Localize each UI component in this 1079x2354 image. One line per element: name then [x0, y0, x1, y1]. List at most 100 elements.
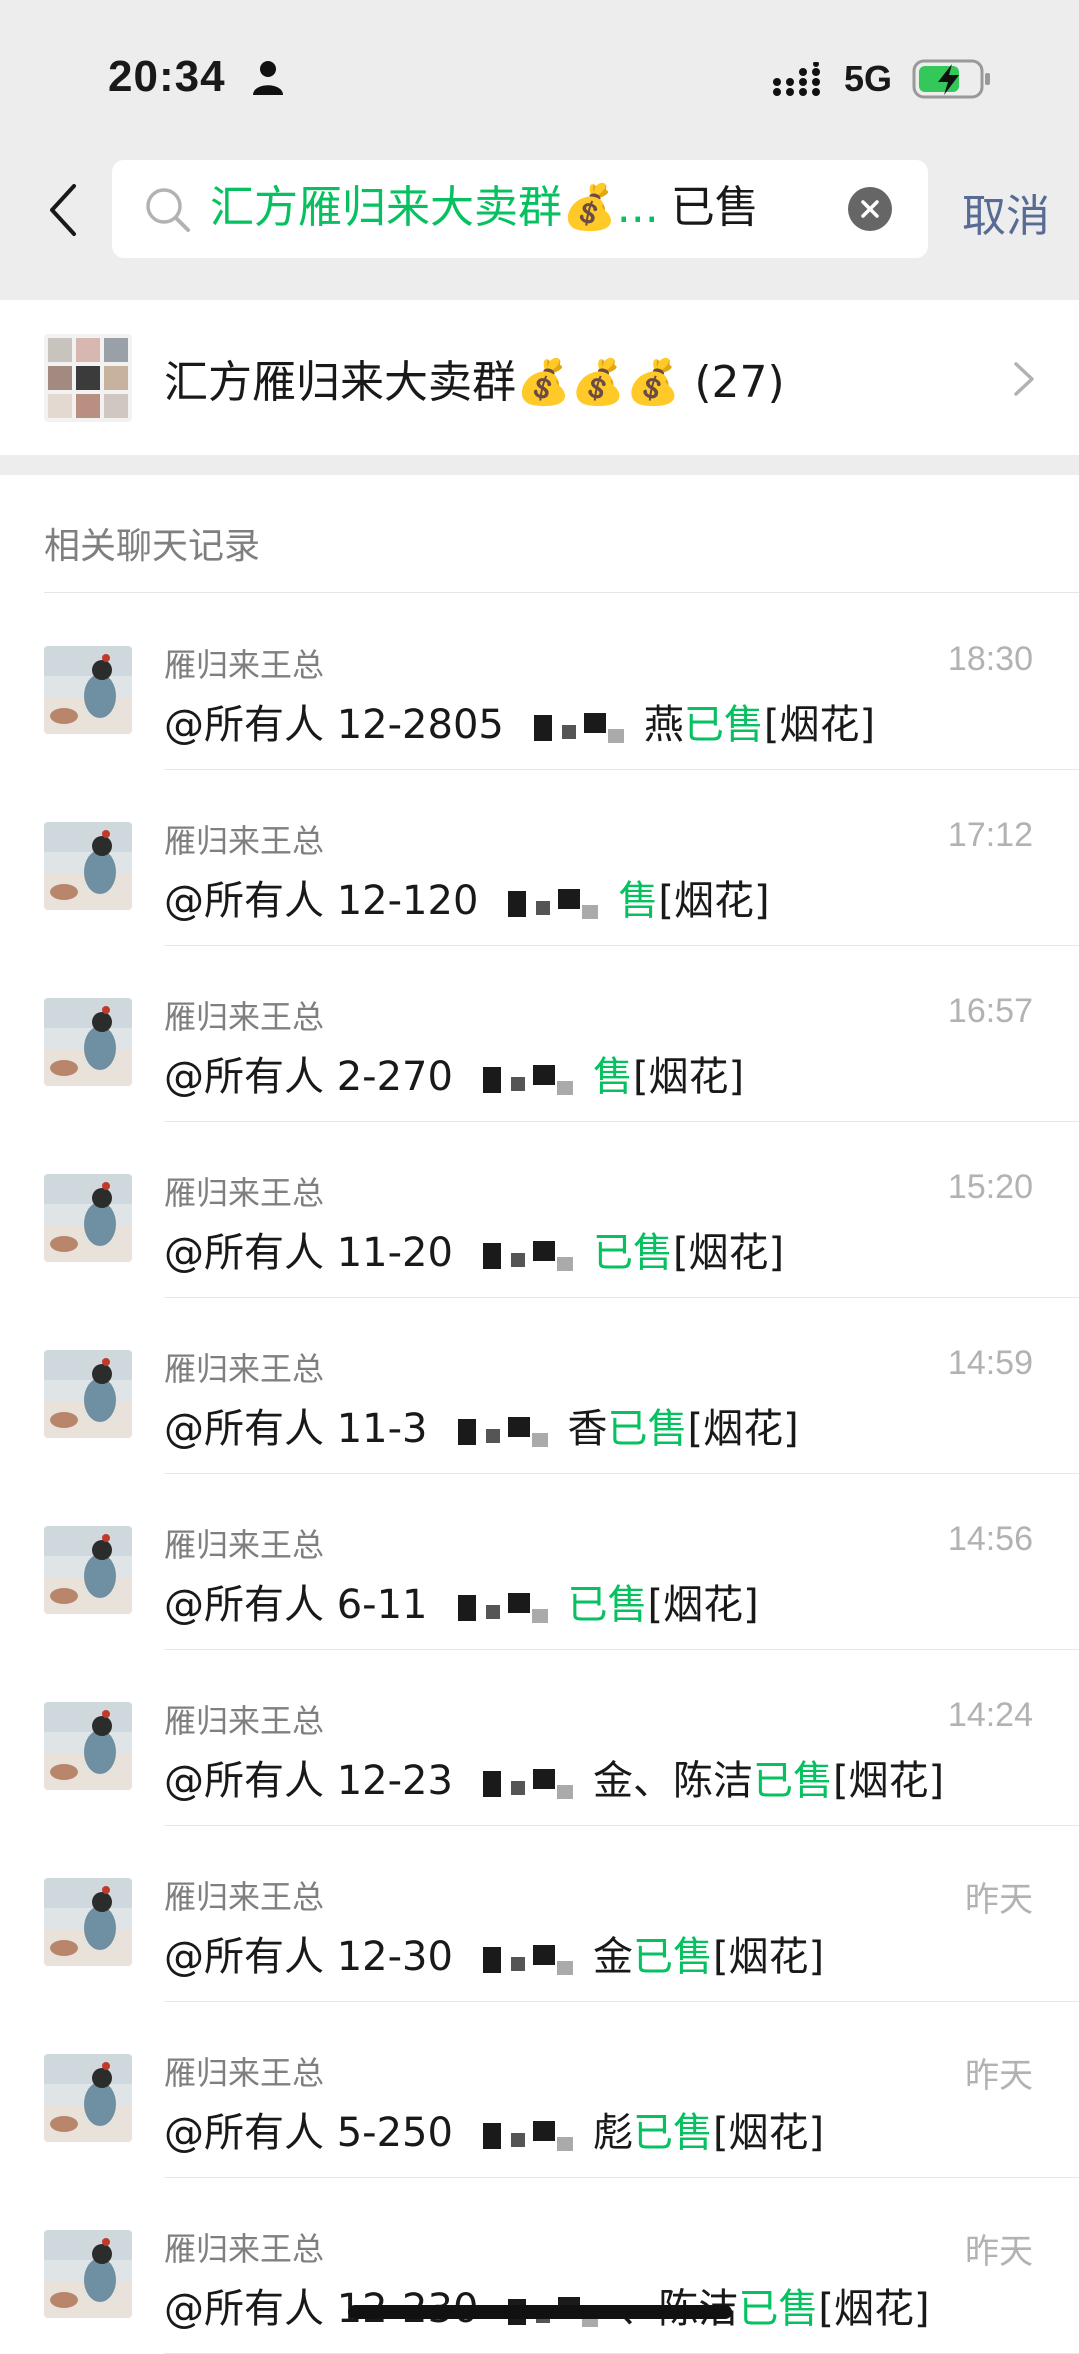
group-name: 汇方雁归来大卖群💰💰💰 (27): [164, 357, 785, 408]
sender-name: 雁归来王总: [164, 1350, 325, 1388]
sender-name: 雁归来王总: [164, 2230, 325, 2268]
message-preview: @所有人 11-3 香已售[烟花]: [164, 1396, 799, 1454]
message-time: 15:20: [947, 1168, 1033, 1206]
sender-name: 雁归来王总: [164, 1526, 325, 1564]
avatar: [44, 2054, 132, 2142]
keyword-highlight: 已售: [567, 1582, 648, 1628]
search-keyword: 已售: [670, 182, 759, 233]
chat-result-row[interactable]: 雁归来王总 昨天 @所有人 12-30 金已售[烟花]: [0, 1826, 1079, 2002]
chat-result-row[interactable]: 雁归来王总 18:30 @所有人 12-2805 燕已售[烟花]: [0, 594, 1079, 770]
chat-result-row[interactable]: 雁归来王总 16:57 @所有人 2-270 售[烟花]: [0, 946, 1079, 1122]
message-tail: [烟花]: [712, 1934, 825, 1980]
keyword-highlight: 已售: [738, 2286, 819, 2332]
divider: [44, 592, 1079, 593]
chat-result-row[interactable]: 雁归来王总 昨天 @所有人 5-250 彪已售[烟花]: [0, 2002, 1079, 2178]
redacted-mask: [428, 1587, 568, 1627]
sender-name: 雁归来王总: [164, 2054, 325, 2092]
sender-name: 雁归来王总: [164, 646, 325, 684]
chat-result-row[interactable]: 雁归来王总 14:59 @所有人 11-3 香已售[烟花]: [0, 1298, 1079, 1474]
search-group-tag: 汇方雁归来大卖群💰...: [210, 182, 659, 233]
message-prefix: @所有人 6-11: [164, 1582, 428, 1628]
message-suffix: 金、陈洁: [592, 1758, 753, 1804]
redacted-mask: [504, 707, 644, 747]
message-time: 14:56: [947, 1520, 1033, 1558]
section-divider: [0, 455, 1079, 475]
avatar: [44, 646, 132, 734]
message-preview: @所有人 6-11 已售[烟花]: [164, 1572, 759, 1630]
redacted-mask: [453, 1763, 593, 1803]
message-tail: [烟花]: [832, 1758, 945, 1804]
message-preview: @所有人 12-23 金、陈洁已售[烟花]: [164, 1748, 944, 1806]
message-suffix: 燕: [643, 702, 684, 748]
chat-result-row[interactable]: 雁归来王总 14:56 @所有人 6-11 已售[烟花]: [0, 1474, 1079, 1650]
section-title: 相关聊天记录: [44, 526, 261, 567]
person-icon: [253, 61, 283, 95]
redacted-mask: [478, 883, 618, 923]
back-arrow-icon[interactable]: [44, 182, 84, 238]
chat-result-row[interactable]: 雁归来王总 昨天 @所有人 12-230 、陈洁已售[烟花]: [0, 2178, 1079, 2354]
related-chats-header: 相关聊天记录: [0, 475, 1079, 593]
avatar: [44, 1526, 132, 1614]
keyword-highlight: 已售: [632, 1934, 713, 1980]
sender-name: 雁归来王总: [164, 1174, 325, 1212]
keyword-highlight: 已售: [683, 702, 764, 748]
message-prefix: @所有人 12-30: [164, 1934, 453, 1980]
message-tail: [烟花]: [647, 1582, 759, 1628]
message-suffix: 金: [592, 1934, 633, 1980]
message-tail: [烟花]: [672, 1230, 785, 1276]
message-preview: @所有人 2-270 售[烟花]: [164, 1044, 744, 1102]
message-prefix: @所有人 2-270: [164, 1054, 453, 1100]
message-time: 14:59: [947, 1344, 1033, 1382]
search-icon: [146, 188, 190, 232]
message-prefix: @所有人 11-20: [164, 1230, 453, 1276]
avatar: [44, 1350, 132, 1438]
message-time: 昨天: [965, 1881, 1033, 1919]
cancel-button[interactable]: 取消: [962, 180, 1050, 244]
message-prefix: @所有人 12-120: [164, 878, 479, 924]
message-tail: [烟花]: [763, 702, 876, 748]
avatar: [44, 822, 132, 910]
signal-icon: [773, 62, 820, 96]
avatar: [44, 1174, 132, 1262]
keyword-highlight: 售: [618, 878, 659, 924]
message-preview: @所有人 11-20 已售[烟花]: [164, 1220, 784, 1278]
avatar: [44, 1702, 132, 1790]
avatar: [44, 1878, 132, 1966]
group-result-row[interactable]: 汇方雁归来大卖群💰💰💰 (27): [0, 300, 1079, 455]
message-suffix: 彪: [592, 2110, 633, 2156]
message-tail: [烟花]: [658, 878, 770, 924]
keyword-highlight: 已售: [752, 1758, 833, 1804]
sender-name: 雁归来王总: [164, 1702, 325, 1740]
redacted-mask: [453, 1059, 593, 1099]
message-time: 18:30: [947, 640, 1033, 678]
message-tail: [烟花]: [818, 2286, 930, 2332]
search-input[interactable]: 汇方雁归来大卖群💰... 已售: [112, 160, 928, 258]
message-time: 16:57: [947, 992, 1033, 1030]
chat-result-row[interactable]: 雁归来王总 15:20 @所有人 11-20 已售[烟花]: [0, 1122, 1079, 1298]
message-preview: @所有人 12-120 售[烟花]: [164, 868, 770, 926]
chat-result-row[interactable]: 雁归来王总 14:24 @所有人 12-23 金、陈洁已售[烟花]: [0, 1650, 1079, 1826]
message-tail: [烟花]: [632, 1054, 745, 1100]
message-suffix: 香: [567, 1406, 608, 1452]
redacted-mask: [453, 1235, 593, 1275]
message-prefix: @所有人 12-2805: [164, 702, 504, 748]
chat-results-list: 雁归来王总 18:30 @所有人 12-2805 燕已售[烟花] 雁归来王总 1…: [0, 594, 1079, 2354]
redacted-mask: [453, 2115, 593, 2155]
message-time: 昨天: [965, 2233, 1033, 2271]
sender-name: 雁归来王总: [164, 998, 325, 1036]
redacted-mask: [428, 1411, 568, 1451]
avatar: [44, 998, 132, 1086]
search-query: 汇方雁归来大卖群💰... 已售: [210, 178, 759, 238]
message-preview: @所有人 12-30 金已售[烟花]: [164, 1924, 824, 1982]
clear-search-button[interactable]: [848, 187, 892, 231]
avatar: [44, 2230, 132, 2318]
message-prefix: @所有人 12-23: [164, 1758, 453, 1804]
group-avatar: [44, 334, 132, 422]
message-preview: @所有人 12-2805 燕已售[烟花]: [164, 692, 875, 750]
keyword-highlight: 已售: [607, 1406, 688, 1452]
sender-name: 雁归来王总: [164, 1878, 325, 1916]
chat-result-row[interactable]: 雁归来王总 17:12 @所有人 12-120 售[烟花]: [0, 770, 1079, 946]
redacted-mask: [453, 1939, 593, 1979]
message-time: 昨天: [965, 2057, 1033, 2095]
keyword-highlight: 已售: [592, 1230, 673, 1276]
